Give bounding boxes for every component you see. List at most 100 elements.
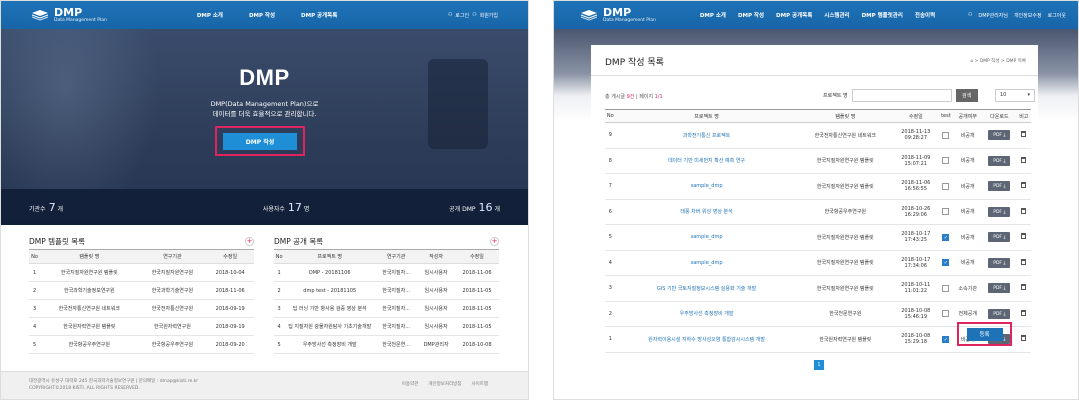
table-cell: 2018-11-06 — [206, 281, 254, 300]
test-cell — [938, 275, 954, 302]
checkbox[interactable] — [942, 208, 950, 216]
test-cell: ✓ — [938, 224, 954, 251]
table-cell[interactable]: 한국과학기술정보연구원 — [40, 281, 139, 300]
nav-dmp-intro[interactable]: DMP 소개 — [197, 11, 223, 19]
nav-dmp-public[interactable]: DMP 공개목록 — [776, 11, 812, 19]
nav-dmp-write[interactable]: DMP 작성 — [738, 11, 764, 19]
table-row[interactable]: 2 dmp test - 20181105 한국지질자... 임시사용자 2018-11… — [274, 281, 499, 300]
nav-system-admin[interactable]: 시스템관리 — [824, 11, 849, 19]
register-button[interactable]: 등록 — [966, 327, 1003, 341]
modified-date: 2018-10-26 16:29:06 — [893, 199, 939, 225]
table-cell[interactable]: 한국전자통신연구원 네트워크 — [40, 299, 139, 318]
checkbox-checked[interactable]: ✓ — [942, 233, 950, 241]
pdf-download-button[interactable]: PDF ⤓ — [988, 232, 1011, 243]
checkbox[interactable] — [942, 182, 950, 190]
pdf-download-button[interactable]: PDF ⤓ — [988, 130, 1011, 141]
table-cell[interactable]: 딥 지질자원 광물자원탐사 기초기술개발 — [284, 317, 376, 336]
column-header: No — [29, 249, 41, 264]
pdf-download-button[interactable]: PDF ⤓ — [988, 257, 1011, 268]
table-cell[interactable]: 한국항공우주연구원 — [40, 335, 139, 354]
download-cell: PDF ⤓ — [982, 224, 1017, 251]
pdf-download-button[interactable]: PDF ⤓ — [988, 155, 1011, 166]
footer: 대전광역시 유성구 대학로 245 한국과학기술정보연구원 | 문의메일 : d… — [1, 371, 528, 399]
search-button[interactable]: 검색 — [955, 89, 978, 102]
nav-dmp-write[interactable]: DMP 작성 — [249, 11, 275, 19]
hero-line-1: DMP(Data Management Plan)으로 — [210, 100, 319, 108]
table-row[interactable]: 1 DMP - 20181106 한국지질자... 임시사용자 2018-11-06 — [274, 263, 499, 282]
checkbox-checked[interactable]: ✓ — [942, 335, 950, 343]
public-more-button[interactable]: + — [490, 236, 499, 246]
search-input[interactable] — [851, 89, 952, 102]
trash-icon[interactable] — [1021, 156, 1027, 163]
table-cell[interactable]: 한국지질자원연구원 템플릿 — [40, 263, 139, 282]
stat-orgs: 기관수 7 개 — [29, 200, 64, 214]
table-cell[interactable]: dmp test - 20181105 — [284, 281, 376, 300]
project-name-link[interactable]: sample_dmp — [615, 250, 798, 276]
checkbox[interactable] — [942, 157, 950, 165]
pdf-download-button[interactable]: PDF ⤓ — [988, 206, 1011, 217]
table-row[interactable]: 1 한국지질자원연구원 템플릿 한국지질자원연구원 2018-10-04 — [29, 263, 254, 282]
checkbox-checked[interactable]: ✓ — [942, 259, 950, 267]
project-name-link[interactable]: sample_dmp — [615, 173, 798, 200]
logo[interactable]: DMP Data Management Plan — [31, 7, 107, 24]
table-cell[interactable]: 딥 러닝 기반 항사용 검증 영상 분석 — [284, 299, 376, 318]
trash-icon[interactable] — [1021, 233, 1027, 240]
column-header: 연구기관 — [138, 249, 207, 264]
join-link[interactable]: 회원가입 — [480, 12, 498, 19]
nav-dmp-public[interactable]: DMP 공개목록 — [301, 11, 337, 19]
per-page-select[interactable]: 10 ▾ — [995, 89, 1035, 102]
table-cell: 한국전자통신연구원 — [138, 299, 207, 318]
trash-icon[interactable] — [1021, 182, 1027, 189]
project-name-link[interactable]: 태풍 차버 위성 영상 분석 — [615, 199, 798, 225]
template-more-button[interactable]: + — [245, 236, 254, 246]
footer-privacy-link[interactable]: 개인정보처리방침 — [428, 381, 461, 388]
table-row[interactable]: 5 한국항공우주연구원 한국항공우주연구원 2018-09-20 — [29, 335, 254, 354]
nav-template-admin[interactable]: DMP 템플릿관리 — [862, 11, 903, 19]
table-cell: 2018-11-06 — [454, 263, 499, 282]
table-row[interactable]: 3 한국전자통신연구원 네트워크 한국전자통신연구원 2018-09-19 — [29, 299, 254, 318]
pdf-download-button[interactable]: PDF ⤓ — [988, 181, 1011, 192]
checkbox[interactable] — [942, 284, 950, 292]
table-cell: 2018-09-19 — [206, 299, 254, 318]
dmp-write-button[interactable]: DMP 작성 — [223, 132, 297, 150]
trash-icon[interactable] — [1021, 207, 1027, 214]
project-name-link[interactable]: 데이터 기반 미세먼지 확산 예측 연구 — [615, 148, 798, 174]
login-link[interactable]: 로그인 — [455, 12, 469, 19]
user-name: DMP관리자님 — [978, 12, 1008, 19]
trash-icon[interactable] — [1021, 284, 1027, 291]
table-row[interactable]: 5 우주방사선 측정장비 개발 한국천문연... DMP관리자 2018-10-08 — [274, 335, 499, 354]
trash-icon[interactable] — [1021, 309, 1027, 316]
table-cell[interactable]: 우주방사선 측정장비 개발 — [284, 335, 376, 354]
project-name-link[interactable]: 과학전기통신 프로젝트 — [615, 122, 798, 149]
table-row[interactable]: 2 한국과학기술정보연구원 한국과학기술연구원 2018-11-06 — [29, 281, 254, 300]
table-row[interactable]: 3딥 러닝 기반 항사용 검증 영상 분석 한국지질자... 임시사용자 2018-1… — [274, 299, 499, 318]
checkbox[interactable] — [942, 131, 950, 139]
table-row[interactable]: 4 한국원자력연구원 템플릿 한국원자력연구원 2018-09-19 — [29, 317, 254, 336]
remark-cell — [1016, 301, 1031, 327]
profile-edit-link[interactable]: 개인정보수정 — [1014, 12, 1042, 19]
table-cell: 한국지질자원연구원 — [138, 263, 207, 282]
footer-sitemap-link[interactable]: 사이트맵 — [471, 381, 488, 388]
page-1-button[interactable]: 1 — [814, 360, 824, 370]
footer-terms-link[interactable]: 이용약관 — [402, 381, 419, 388]
project-name-link[interactable]: sample_dmp — [615, 224, 798, 251]
pdf-download-button[interactable]: PDF ⤓ — [988, 283, 1011, 294]
list-meta: 총 게시글 9건 | 페이지 1/1 — [605, 94, 663, 100]
table-cell[interactable]: 한국원자력연구원 템플릿 — [40, 317, 139, 336]
column-header: test — [938, 109, 954, 123]
nav-dmp-intro[interactable]: DMP 소개 — [700, 11, 726, 19]
logout-link[interactable]: 로그아웃 — [1048, 12, 1066, 19]
trash-icon[interactable] — [1021, 258, 1027, 265]
trash-icon[interactable] — [1021, 335, 1027, 342]
trash-icon[interactable] — [1021, 131, 1027, 138]
project-name-link[interactable]: GIS 기반 국토지질정보시스템 실용화 기술 개발 — [615, 275, 798, 302]
table-row[interactable]: 4딥 지질자원 광물자원탐사 기초기술개발 한국지질자... 임시사용자 2018-1… — [274, 317, 499, 336]
nav-transfer-history[interactable]: 전송이력 — [915, 11, 935, 19]
project-name-link[interactable]: 원자력이용시설 지하수 방사성오염 통합감시시스템 개발 — [615, 326, 798, 353]
logo[interactable]: DMP Data Management Plan — [580, 7, 656, 24]
column-header: 공개여부 — [953, 109, 983, 123]
project-name-link[interactable]: 우주방사선 측정장비 개발 — [615, 301, 798, 327]
table-cell[interactable]: DMP - 20181106 — [284, 263, 376, 282]
checkbox[interactable] — [942, 310, 950, 318]
pdf-download-button[interactable]: PDF ⤓ — [988, 308, 1011, 319]
